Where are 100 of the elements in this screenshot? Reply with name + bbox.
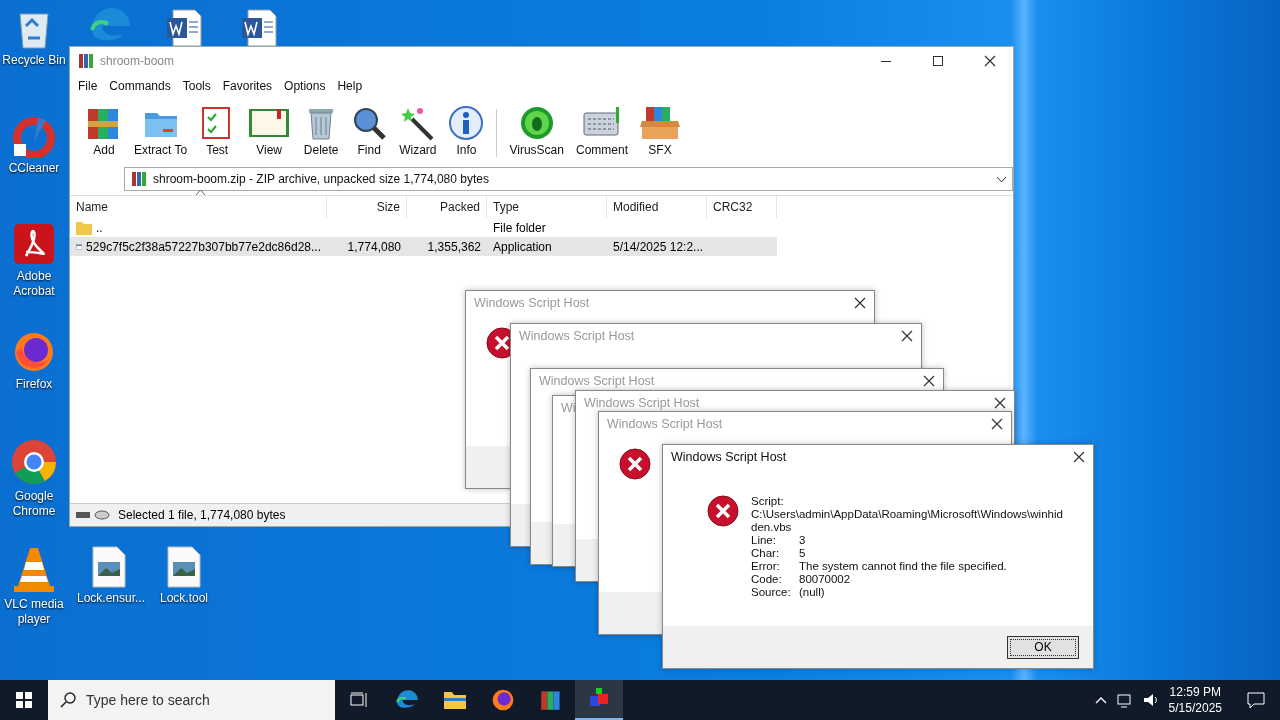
field-value: 5 [799, 547, 806, 560]
field-label: Char: [751, 547, 781, 560]
table-cell: .. [96, 220, 103, 235]
dialog-title: Windows Script Host [474, 296, 590, 310]
toolbar-button[interactable]: Delete [297, 105, 346, 157]
caret-icon[interactable] [997, 176, 1006, 182]
table-cell: 529c7f5c2f38a57227b307bb77e2dc86d28... [86, 239, 321, 254]
desktop-icon-label[interactable]: VLC media player [2, 597, 66, 627]
table-cell: File folder [493, 220, 546, 235]
path-field[interactable]: shroom-boom.zip - ZIP archive, unpacked size 1,774,080 bytes [124, 167, 1013, 191]
dialog-title: Windows Script Host [607, 417, 723, 431]
close-icon[interactable] [1073, 451, 1085, 463]
toolbar-button[interactable]: Test [193, 105, 242, 157]
script-path: C:\Users\admin\AppData\Roaming\Microsoft\Windows\winhidden.vbs [751, 508, 1064, 534]
toolbar-button[interactable]: Info [442, 105, 491, 157]
maximize-icon[interactable] [933, 56, 943, 66]
dialog-title: Windows Script Host [539, 374, 655, 388]
speaker-icon[interactable] [1142, 692, 1159, 708]
close-icon[interactable] [854, 297, 866, 309]
table-cell: Application [493, 239, 552, 254]
chrome-icon [10, 438, 58, 486]
toolbar-button[interactable]: Wizard [393, 105, 443, 157]
archive-icon [78, 53, 94, 69]
script-label: Script: [751, 495, 785, 508]
network-icon[interactable] [1116, 692, 1133, 708]
word-document-icon[interactable] [240, 8, 278, 46]
menu-item[interactable]: Tools [176, 77, 217, 95]
box-icon [640, 105, 680, 141]
column-header[interactable]: Name [70, 196, 327, 218]
search-icon [60, 692, 76, 708]
table-cell: 5/14/2025 12:2... [613, 239, 704, 254]
column-header[interactable]: CRC32 [707, 196, 777, 218]
sort-caret-icon [196, 190, 205, 195]
clock[interactable]: 12:59 PM 5/15/2025 [1168, 684, 1222, 716]
traffic-cone-icon [12, 546, 56, 594]
close-icon[interactable] [991, 418, 1003, 430]
chevron-up-icon[interactable] [1094, 696, 1107, 704]
column-header[interactable]: Size [327, 196, 407, 218]
dialog-title: Wi [561, 401, 576, 415]
dialog-title: Windows Script Host [671, 450, 787, 464]
taskbar-app[interactable] [575, 680, 623, 720]
toolbar-button[interactable]: Add [80, 105, 128, 157]
desktop-icon-label[interactable]: Lock.tool [160, 591, 208, 606]
field-value: 80070002 [799, 573, 851, 586]
menu-item[interactable]: Options [278, 77, 332, 95]
menu-item[interactable]: File [72, 77, 104, 95]
magnifier-icon [351, 105, 388, 141]
field-value: 3 [799, 534, 806, 547]
file-row[interactable]: .. File folder [70, 218, 777, 237]
dialog-title: Windows Script Host [519, 329, 635, 343]
archive-icon [131, 171, 147, 187]
field-label: Line: [751, 534, 777, 547]
books-icon [540, 689, 562, 711]
field-label: Code: [751, 573, 783, 586]
ok-button[interactable]: OK [1007, 635, 1079, 659]
column-header[interactable]: Modified [607, 196, 707, 218]
firefox-icon [12, 330, 56, 374]
desktop-icon-label[interactable]: CCleaner [8, 161, 60, 176]
minimize-icon[interactable] [881, 60, 891, 62]
desktop-icon-label[interactable]: Adobe Acrobat [2, 269, 66, 299]
desktop-icon-label[interactable]: Google Chrome [2, 489, 66, 519]
field-label: Source: [751, 586, 792, 599]
folder-icon [443, 690, 467, 710]
dialog-title: Windows Script Host [584, 396, 700, 410]
close-icon[interactable] [984, 55, 996, 67]
close-icon[interactable] [901, 330, 913, 342]
word-document-icon[interactable] [165, 8, 203, 46]
pdf-icon [12, 222, 56, 266]
column-header[interactable]: Type [487, 196, 607, 218]
close-icon[interactable] [994, 397, 1006, 409]
window-title: shroom-boom [100, 54, 175, 68]
drive-icon [76, 510, 110, 520]
table-cell: 1,774,080 [347, 239, 401, 254]
windows-logo-icon [16, 692, 32, 708]
desktop-icon-label[interactable]: Recycle Bin [2, 53, 66, 68]
field-value: The system cannot find the file specified. [799, 560, 1007, 573]
toolbar-button[interactable]: VirusScan [503, 105, 570, 157]
toolbar-button[interactable]: SFX [634, 105, 686, 157]
image-file-icon [92, 546, 126, 588]
table-cell: 1,355,362 [427, 239, 481, 254]
info-icon [448, 105, 485, 141]
search-field[interactable]: Type here to search [48, 680, 335, 720]
column-header[interactable]: Packed [407, 196, 487, 218]
menu-item[interactable]: Favorites [216, 77, 279, 95]
field-value: (null) [799, 586, 825, 599]
status-text: Selected 1 file, 1,774,080 bytes [118, 508, 286, 522]
field-label: Error: [751, 560, 781, 573]
toolbar-button[interactable]: Comment [569, 105, 634, 157]
desktop-icon-label[interactable]: Firefox [15, 377, 53, 392]
toolbar-button[interactable]: Extract To [128, 105, 194, 157]
close-icon[interactable] [923, 375, 935, 387]
task-view-icon [350, 692, 368, 708]
toolbar-button[interactable]: Find [345, 105, 394, 157]
image-file-icon [167, 546, 201, 588]
magic-wand-icon [399, 105, 436, 141]
file-row[interactable]: 529c7f5c2f38a57227b307bb77e2dc86d28... 1,774,080 1,355,362 Application 5/14/2025 12:2... [70, 237, 777, 256]
folder-icon [76, 220, 92, 235]
menu-item[interactable]: Help [331, 77, 369, 95]
menu-item[interactable]: Commands [103, 77, 177, 95]
toolbar-button[interactable]: View [241, 105, 298, 157]
